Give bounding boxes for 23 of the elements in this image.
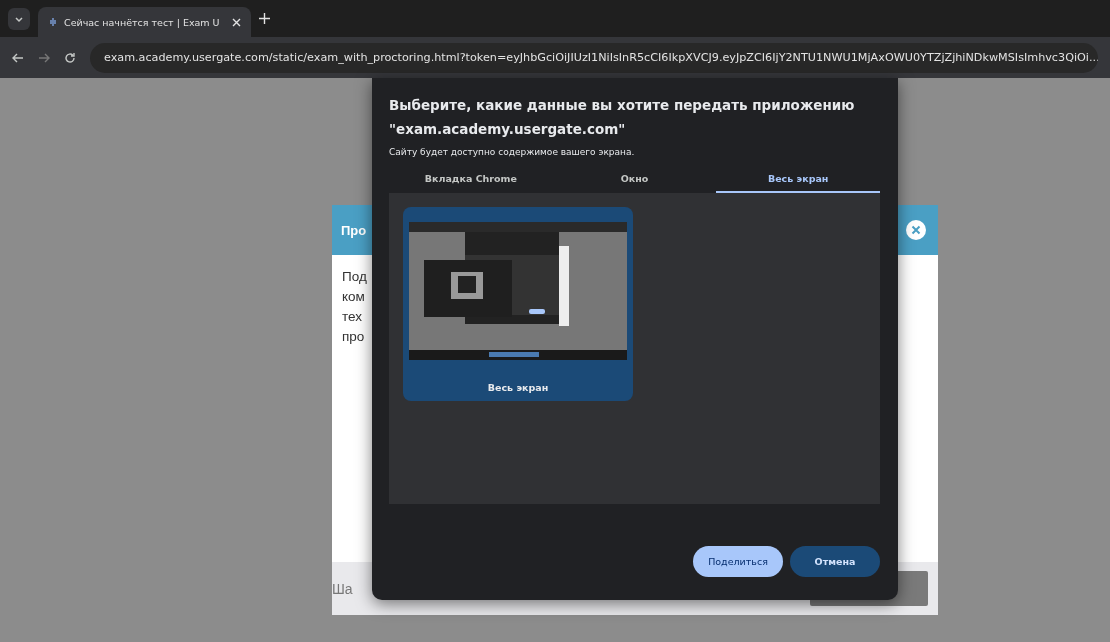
tab-list-button[interactable] [8,7,30,30]
new-tab-icon[interactable] [258,13,270,24]
cancel-button[interactable]: Отмена [790,546,880,577]
body-text: ком [342,288,366,306]
screen-source-item[interactable]: Весь экран [403,207,633,401]
share-button[interactable]: Поделиться [693,546,783,577]
reload-icon[interactable] [64,51,76,64]
close-icon[interactable] [231,17,241,27]
address-field[interactable]: exam.academy.usergate.com/static/exam_with_proctoring.html?token=eyJhbGciOiJIUzI1NiIsInR5cCI6IkpXVCJ9.eyJpZCI6IjY2NTU1NWU1MjAxOWU0YTZjZjhiNDkwMSIsImhvc3QiOi... [90,42,1098,73]
body-text: про [342,328,366,346]
browser-tab[interactable]: Сейчас начнётся тест | Exam U [38,7,251,37]
dialog-tab[interactable]: Окно [552,173,717,193]
modal-title: Про [341,222,367,238]
footer-text: Ша [332,580,353,597]
body-text: тех [342,308,363,326]
tab-title: Сейчас начнётся тест | Exam U [64,16,220,28]
source-label: Весь экран [487,382,549,393]
dialog-title: Выберите, какие данные вы хотите передать приложению "exam.academy.usergate.com" [389,96,856,139]
dialog-subtitle: Сайту будет доступно содержимое вашего экрана. [389,147,636,157]
forward-icon[interactable] [38,51,50,64]
back-icon[interactable] [12,51,24,64]
dialog-tab[interactable]: Вкладка Chrome [389,173,553,193]
body-text: Под [342,268,368,286]
